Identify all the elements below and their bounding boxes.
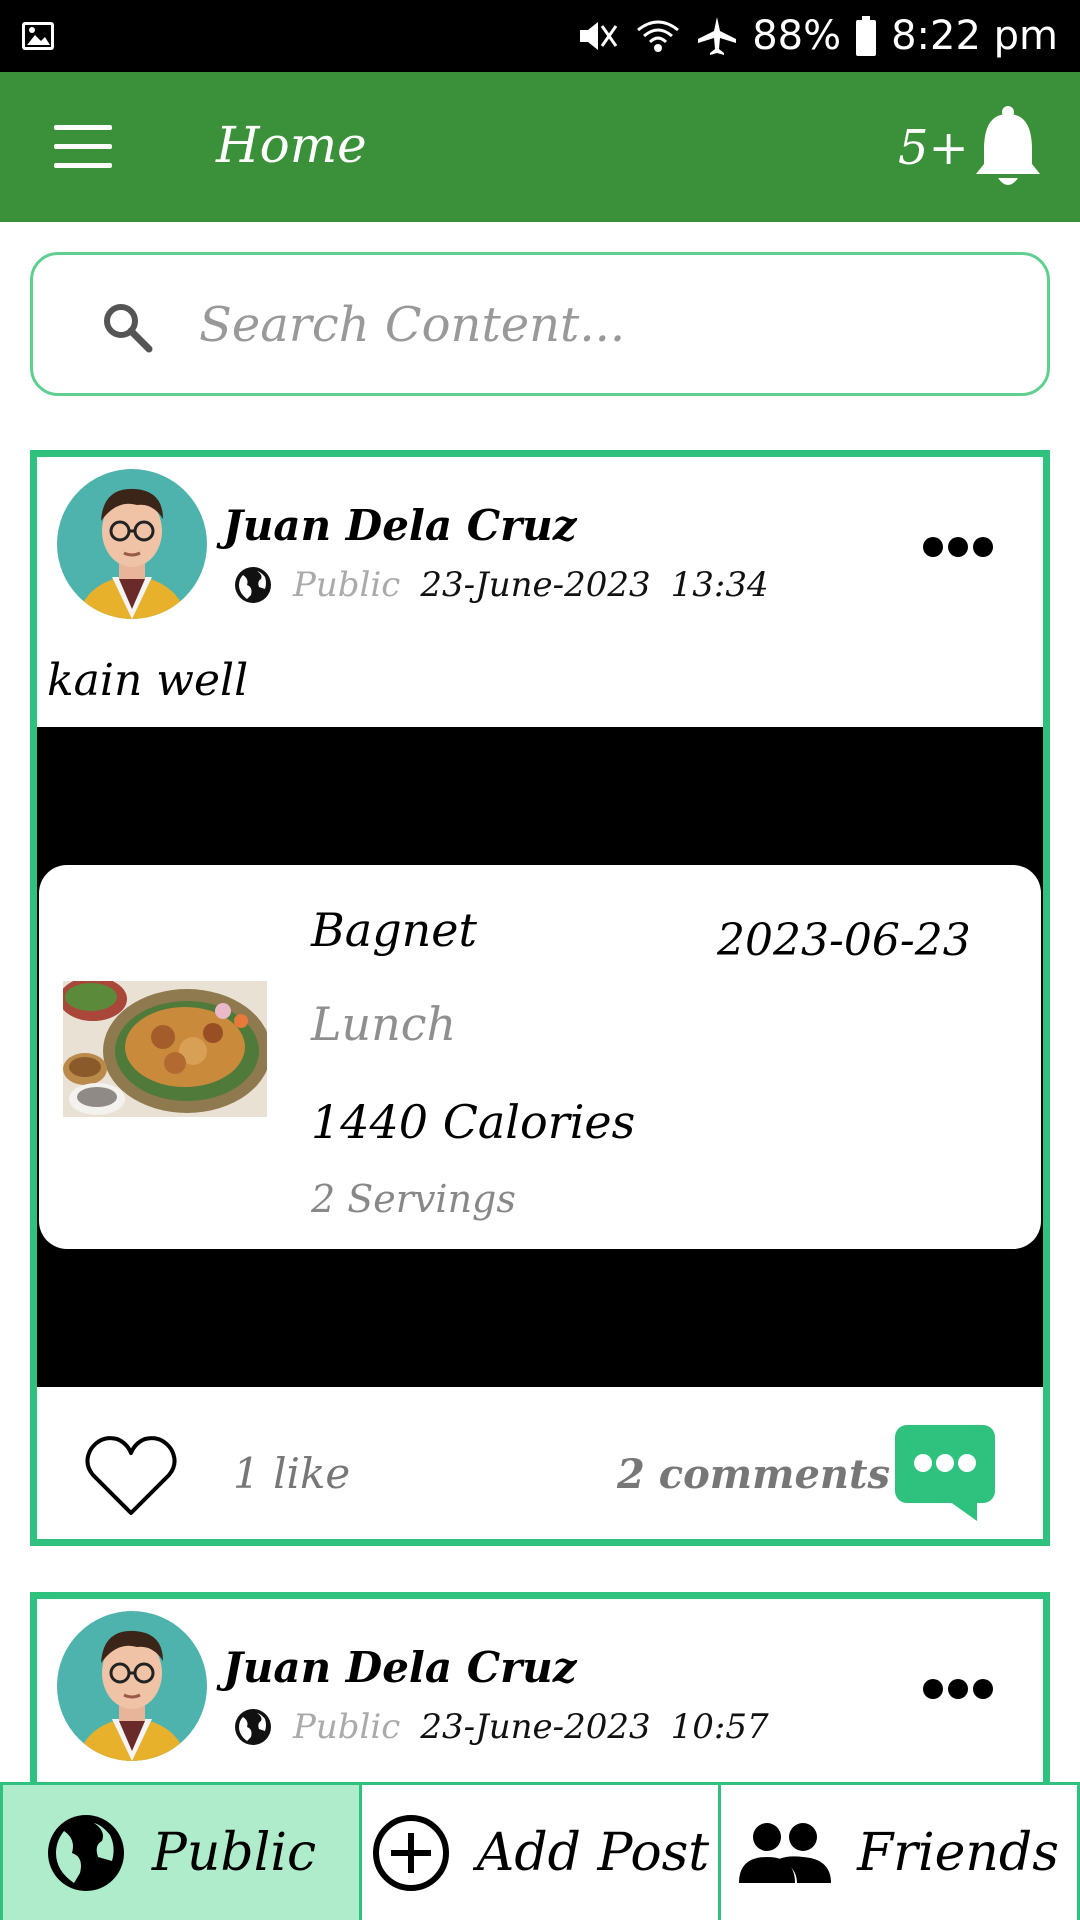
post-privacy: Public bbox=[293, 1707, 401, 1747]
comment-icon[interactable] bbox=[893, 1423, 997, 1523]
bell-icon[interactable] bbox=[972, 104, 1044, 190]
heart-icon[interactable] bbox=[83, 1433, 179, 1517]
tab-add-post[interactable]: Add Post bbox=[359, 1785, 718, 1920]
tab-public[interactable]: Public bbox=[0, 1785, 359, 1920]
post-card: Juan Dela Cruz Public 23-June-2023 13:34… bbox=[30, 450, 1050, 1546]
search-icon bbox=[99, 299, 155, 355]
post-meta: Public 23-June-2023 10:57 bbox=[233, 1707, 769, 1747]
status-bar: 88% 8:22 pm bbox=[0, 0, 1080, 72]
search-input[interactable] bbox=[199, 285, 1019, 365]
post-meta: Public 23-June-2023 13:34 bbox=[233, 565, 769, 605]
comment-count[interactable]: 2 comments bbox=[617, 1451, 890, 1498]
tab-friends[interactable]: Friends bbox=[718, 1785, 1080, 1920]
page-title: Home bbox=[216, 116, 367, 174]
post-author[interactable]: Juan Dela Cruz bbox=[223, 1643, 577, 1692]
post-text: kain well bbox=[47, 655, 249, 706]
meal-date: 2023-06-23 bbox=[717, 915, 971, 966]
meal-photo bbox=[63, 981, 267, 1117]
post-time: 13:34 bbox=[670, 565, 769, 605]
airplane-mode-icon bbox=[696, 15, 738, 57]
more-options-icon[interactable] bbox=[923, 1679, 993, 1703]
wifi-icon bbox=[634, 16, 682, 56]
add-circle-icon bbox=[371, 1813, 451, 1893]
avatar[interactable] bbox=[57, 1611, 207, 1761]
globe-icon bbox=[46, 1813, 126, 1893]
meal-card[interactable]: Bagnet 2023-06-23 Lunch 1440 Calories 2 … bbox=[39, 865, 1041, 1249]
gallery-notification-icon bbox=[20, 18, 56, 54]
status-time: 8:22 pm bbox=[891, 13, 1058, 59]
tab-public-label: Public bbox=[151, 1822, 317, 1883]
people-icon bbox=[739, 1821, 832, 1885]
hamburger-menu-icon[interactable] bbox=[54, 125, 112, 169]
search-bar[interactable] bbox=[30, 252, 1050, 396]
post-time: 10:57 bbox=[670, 1707, 769, 1747]
meal-calories: 1440 Calories bbox=[311, 1095, 636, 1149]
bottom-navigation: Public Add Post Friends bbox=[0, 1782, 1080, 1920]
globe-icon bbox=[233, 565, 273, 605]
battery-icon bbox=[855, 16, 877, 56]
app-bar: Home 5+ bbox=[0, 72, 1080, 222]
mute-icon bbox=[576, 16, 620, 56]
avatar[interactable] bbox=[57, 469, 207, 619]
notification-count[interactable]: 5+ bbox=[898, 120, 969, 176]
more-options-icon[interactable] bbox=[923, 537, 993, 561]
battery-percent: 88% bbox=[752, 13, 842, 59]
tab-friends-label: Friends bbox=[857, 1822, 1059, 1883]
like-count[interactable]: 1 like bbox=[233, 1449, 350, 1498]
post-privacy: Public bbox=[293, 565, 401, 605]
post-date: 23-June-2023 bbox=[420, 1707, 651, 1747]
post-date: 23-June-2023 bbox=[420, 565, 651, 605]
post-media: Bagnet 2023-06-23 Lunch 1440 Calories 2 … bbox=[37, 727, 1043, 1387]
tab-add-post-label: Add Post bbox=[476, 1822, 710, 1883]
meal-type: Lunch bbox=[311, 997, 457, 1051]
post-author[interactable]: Juan Dela Cruz bbox=[223, 501, 577, 550]
meal-name: Bagnet bbox=[311, 903, 478, 957]
globe-icon bbox=[233, 1707, 273, 1747]
meal-servings: 2 Servings bbox=[311, 1177, 516, 1221]
